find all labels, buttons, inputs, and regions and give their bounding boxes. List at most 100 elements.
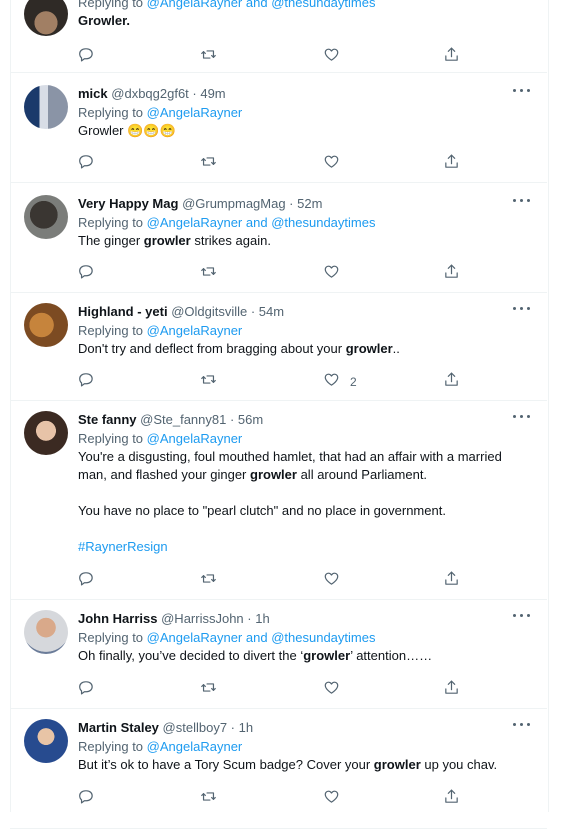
retweet-icon: [200, 788, 217, 810]
avatar[interactable]: [24, 411, 68, 455]
share-button[interactable]: [443, 571, 460, 591]
tweet[interactable]: Replying to @AngelaRayner and @thesunday…: [10, 0, 547, 73]
tweet[interactable]: Very Happy Mag @GrumpmagMag · 52m Replyin…: [10, 183, 547, 293]
tweet[interactable]: Ste fanny @Ste_fanny81 · 56m Replying to …: [10, 401, 547, 600]
tweet-paragraph: #RaynerResign: [78, 538, 531, 556]
like-button[interactable]: 2: [323, 372, 357, 392]
like-icon: [323, 679, 340, 701]
replying-to-label: Replying to: [78, 0, 144, 10]
tweet-paragraph: Don't try and deflect from bragging abou…: [78, 340, 531, 358]
like-button[interactable]: [323, 47, 340, 67]
author-name[interactable]: Ste fanny: [78, 412, 137, 427]
mention-link[interactable]: @AngelaRayner: [147, 215, 243, 230]
tweet-actions: 2: [78, 372, 478, 392]
author-handle-time[interactable]: @Ste_fanny81 · 56m: [140, 412, 263, 427]
mention-link[interactable]: @thesundaytimes: [271, 0, 375, 10]
author-name[interactable]: mick: [78, 86, 108, 101]
text-segment: Oh finally, you’ve decided to divert the…: [78, 648, 304, 663]
avatar[interactable]: [24, 0, 68, 36]
author-handle-time[interactable]: @dxbqg2gf6t · 49m: [111, 86, 225, 101]
mention-link[interactable]: @thesundaytimes: [271, 215, 375, 230]
reply-icon: [78, 153, 95, 175]
text-segment: But it’s ok to have a Tory Scum badge? C…: [78, 757, 374, 772]
avatar[interactable]: [24, 303, 68, 347]
author-name[interactable]: Martin Staley: [78, 720, 159, 735]
replying-to-label: Replying to: [78, 431, 144, 446]
mention-link[interactable]: @AngelaRayner: [147, 323, 243, 338]
text-segment: Growler 😁😁😁: [78, 123, 176, 138]
share-button[interactable]: [443, 372, 460, 392]
tweet-actions: [78, 680, 478, 700]
like-button[interactable]: [323, 264, 340, 284]
retweet-button[interactable]: [200, 154, 217, 174]
like-button[interactable]: [323, 680, 340, 700]
author-name[interactable]: John Harriss: [78, 611, 157, 626]
text-segment: ..: [392, 341, 400, 356]
author-handle-time[interactable]: @GrumpmagMag · 52m: [182, 196, 322, 211]
avatar[interactable]: [24, 719, 68, 763]
mention-link[interactable]: @AngelaRayner: [147, 0, 243, 10]
tweet-header: Very Happy Mag @GrumpmagMag · 52m: [78, 195, 531, 212]
author-name[interactable]: Highland - yeti: [78, 304, 168, 319]
reply-button[interactable]: [78, 372, 95, 392]
tweet-body: Highland - yeti @Oldgitsville · 54m Reply…: [78, 303, 531, 358]
reply-button[interactable]: [78, 571, 95, 591]
share-button[interactable]: [443, 47, 460, 67]
replying-to: Replying to @AngelaRayner: [78, 430, 531, 448]
share-button[interactable]: [443, 789, 460, 809]
tweet[interactable]: Martin Staley @stellboy7 · 1h Replying to…: [10, 709, 547, 829]
retweet-button[interactable]: [200, 789, 217, 809]
text-segment: all around Parliament.: [296, 467, 428, 482]
share-button[interactable]: [443, 264, 460, 284]
mention-link[interactable]: @AngelaRayner: [147, 630, 243, 645]
retweet-button[interactable]: [200, 571, 217, 591]
tweet-paragraph: Growler.: [78, 12, 531, 30]
author-handle-time[interactable]: @HarrissJohn · 1h: [161, 611, 270, 626]
replying-to-label: Replying to: [78, 323, 144, 338]
reply-button[interactable]: [78, 264, 95, 284]
retweet-button[interactable]: [200, 47, 217, 67]
reply-icon: [78, 570, 95, 592]
retweet-button[interactable]: [200, 680, 217, 700]
like-button[interactable]: [323, 789, 340, 809]
tweet[interactable]: mick @dxbqg2gf6t · 49m Replying to @Angel…: [10, 73, 547, 183]
tweet-paragraph: But it’s ok to have a Tory Scum badge? C…: [78, 756, 531, 774]
share-icon: [443, 153, 460, 175]
tweet[interactable]: John Harriss @HarrissJohn · 1h Replying t…: [10, 600, 547, 709]
highlighted-term: growler: [373, 757, 421, 772]
replying-to-label: Replying to: [78, 215, 144, 230]
share-button[interactable]: [443, 154, 460, 174]
author-handle-time[interactable]: @stellboy7 · 1h: [163, 720, 254, 735]
author-name[interactable]: Very Happy Mag: [78, 196, 178, 211]
tweet[interactable]: Highland - yeti @Oldgitsville · 54m Reply…: [10, 293, 547, 401]
avatar[interactable]: [24, 85, 68, 129]
reply-button[interactable]: [78, 47, 95, 67]
like-button[interactable]: [323, 154, 340, 174]
share-icon: [443, 788, 460, 810]
share-icon: [443, 570, 460, 592]
text-segment: strikes again.: [190, 233, 271, 248]
like-count: 2: [350, 375, 357, 389]
mention-link[interactable]: @thesundaytimes: [271, 630, 375, 645]
text-segment: up you chav.: [420, 757, 498, 772]
mention-link[interactable]: @AngelaRayner: [147, 739, 243, 754]
tweet-body: John Harriss @HarrissJohn · 1h Replying t…: [78, 610, 531, 665]
retweet-button[interactable]: [200, 264, 217, 284]
author-handle-time[interactable]: @Oldgitsville · 54m: [171, 304, 284, 319]
tweet-text: Oh finally, you’ve decided to divert the…: [78, 647, 531, 665]
replying-to-label: Replying to: [78, 739, 144, 754]
like-icon: [323, 263, 340, 285]
reply-button[interactable]: [78, 789, 95, 809]
like-icon: [323, 46, 340, 68]
replying-to: Replying to @AngelaRayner: [78, 322, 531, 340]
reply-button[interactable]: [78, 154, 95, 174]
mention-link[interactable]: @AngelaRayner: [147, 105, 243, 120]
avatar[interactable]: [24, 195, 68, 239]
share-button[interactable]: [443, 680, 460, 700]
hashtag-link[interactable]: #RaynerResign: [78, 539, 168, 554]
retweet-button[interactable]: [200, 372, 217, 392]
like-button[interactable]: [323, 571, 340, 591]
reply-button[interactable]: [78, 680, 95, 700]
avatar[interactable]: [24, 610, 68, 654]
mention-link[interactable]: @AngelaRayner: [147, 431, 243, 446]
